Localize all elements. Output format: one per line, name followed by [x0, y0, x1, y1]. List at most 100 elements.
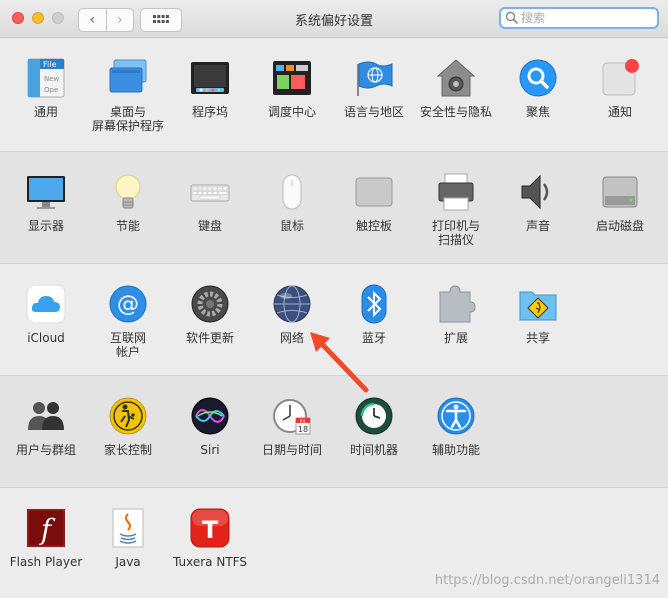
svg-text:JUL: JUL: [299, 419, 307, 424]
startup-disk-icon: [602, 176, 638, 208]
pref-time-machine[interactable]: 时间机器: [333, 376, 415, 488]
search-icon: [505, 11, 519, 25]
pref-users-groups[interactable]: 用户与群组: [5, 376, 87, 488]
pref-security-privacy[interactable]: 安全性与隐私: [415, 38, 497, 150]
bluetooth-icon: [361, 284, 387, 324]
printer-scanner-icon: [438, 173, 474, 211]
siri-icon: [191, 397, 229, 435]
pref-parental-controls[interactable]: 家长控制: [87, 376, 169, 488]
pref-sound[interactable]: 声音: [497, 152, 579, 264]
pref-label: 共享: [525, 331, 550, 345]
pref-desktop-screensaver[interactable]: 桌面与 屏幕保护程序: [87, 38, 169, 150]
pref-label: 蓝牙: [361, 331, 386, 345]
pref-mouse[interactable]: 鼠标: [251, 152, 333, 264]
pref-label: 声音: [525, 219, 550, 233]
pref-language-region[interactable]: 语言与地区: [333, 38, 415, 150]
icloud-icon: [26, 284, 66, 324]
accessibility-icon: [437, 397, 475, 435]
pref-sharing[interactable]: 共享: [497, 264, 579, 376]
pref-accessibility[interactable]: 辅助功能: [415, 376, 497, 488]
pref-energy-saver[interactable]: 节能: [87, 152, 169, 264]
pref-label: 鼠标: [279, 219, 304, 233]
pref-label: 网络: [279, 331, 304, 345]
pref-label: Siri: [200, 443, 220, 457]
pref-startup-disk[interactable]: 启动磁盘: [579, 152, 661, 264]
pref-label: Flash Player: [9, 555, 83, 569]
pref-label: 语言与地区: [343, 105, 404, 119]
mouse-icon: [282, 174, 302, 210]
pref-java[interactable]: Java: [87, 488, 169, 598]
pref-label: 安全性与隐私: [419, 105, 492, 119]
search-input[interactable]: [519, 11, 651, 25]
pref-date-time[interactable]: JUL 18 日期与时间: [251, 376, 333, 488]
pref-notifications[interactable]: 通知: [579, 38, 661, 150]
pref-label: 家长控制: [103, 443, 152, 457]
notifications-icon: [602, 59, 639, 96]
pref-tuxera-ntfs[interactable]: T Tuxera NTFS: [169, 488, 251, 598]
pref-mission-control[interactable]: 调度中心: [251, 38, 333, 150]
sharing-icon: [519, 291, 557, 321]
title-bar: ‹ › 系统偏好设置: [0, 0, 668, 38]
pref-label: 桌面与 屏幕保护程序: [91, 105, 164, 133]
security-privacy-icon: [436, 59, 476, 97]
pref-label: 软件更新: [185, 331, 234, 345]
pref-software-update[interactable]: 软件更新: [169, 264, 251, 376]
pref-label: 打印机与 扫描仪: [431, 219, 480, 247]
pref-icloud[interactable]: iCloud: [5, 264, 87, 376]
pref-label: 扩展: [443, 331, 468, 345]
pref-flash-player[interactable]: f Flash Player: [5, 488, 87, 598]
pref-label: 互联网 帐户: [109, 331, 146, 359]
pref-printers-scanners[interactable]: 打印机与 扫描仪: [415, 152, 497, 264]
pref-label: 日期与时间: [261, 443, 322, 457]
pref-label: 用户与群组: [15, 443, 76, 457]
software-update-icon: [191, 285, 229, 323]
pref-label: 通知: [607, 105, 632, 119]
pref-label: 节能: [115, 219, 140, 233]
pref-dock[interactable]: 程序坞: [169, 38, 251, 150]
pref-label: 通用: [33, 105, 58, 119]
desktop-screensaver-icon: [109, 59, 147, 93]
preferences-row-system: 用户与群组 家长控制 Siri JUL 18 日期与时间 时间机器 辅助功能: [0, 375, 668, 488]
pref-trackpad[interactable]: 触控板: [333, 152, 415, 264]
pref-general[interactable]: File New Ope 通用: [5, 38, 87, 150]
internet-accounts-icon: @: [109, 285, 147, 323]
watermark-text: https://blog.csdn.net/orangeli1314: [434, 573, 660, 588]
display-icon: [27, 176, 65, 209]
pref-label: 辅助功能: [431, 443, 480, 457]
trackpad-icon: [355, 177, 393, 207]
energy-saver-icon: [115, 174, 141, 209]
file-general-icon: File New Ope: [27, 58, 65, 98]
pref-keyboard[interactable]: 键盘: [169, 152, 251, 264]
svg-text:@: @: [117, 292, 139, 317]
parental-controls-icon: [109, 397, 147, 435]
time-machine-icon: [355, 397, 393, 435]
date-time-icon: JUL 18: [273, 399, 311, 435]
pref-label: iCloud: [27, 331, 65, 345]
preferences-row-internet: iCloud @ 互联网 帐户 软件更新 网络 蓝牙 扩展 共享: [0, 263, 668, 376]
pref-label: 时间机器: [349, 443, 398, 457]
pref-label: Java: [115, 555, 141, 569]
tuxera-ntfs-icon: T: [190, 508, 230, 548]
network-icon: [273, 285, 311, 323]
extensions-icon: [439, 285, 476, 323]
pref-bluetooth[interactable]: 蓝牙: [333, 264, 415, 376]
pref-label: 程序坞: [191, 105, 228, 119]
sound-icon: [521, 174, 549, 210]
pref-siri[interactable]: Siri: [169, 376, 251, 488]
pref-spotlight[interactable]: 聚焦: [497, 38, 579, 150]
pref-label: 触控板: [355, 219, 392, 233]
svg-text:File: File: [43, 60, 56, 69]
pref-displays[interactable]: 显示器: [5, 152, 87, 264]
spotlight-icon: [519, 59, 557, 97]
pref-internet-accounts[interactable]: @ 互联网 帐户: [87, 264, 169, 376]
system-preferences-window: ‹ › 系统偏好设置 File: [0, 0, 668, 598]
pref-label: 调度中心: [267, 105, 316, 119]
search-field[interactable]: [499, 7, 659, 29]
pref-extensions[interactable]: 扩展: [415, 264, 497, 376]
java-icon: [112, 508, 144, 548]
flash-player-icon: f: [27, 509, 65, 547]
svg-text:New: New: [44, 75, 60, 83]
pref-label: 启动磁盘: [595, 219, 644, 233]
pref-network[interactable]: 网络: [251, 264, 333, 376]
pref-label: Tuxera NTFS: [173, 555, 247, 569]
